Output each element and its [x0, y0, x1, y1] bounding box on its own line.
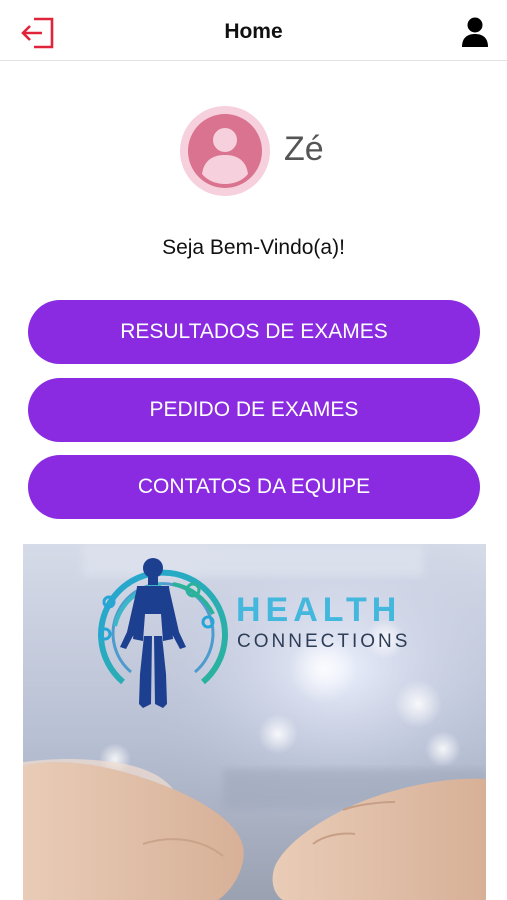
avatar: [180, 106, 270, 196]
logo-connections: CONNECTIONS: [237, 631, 410, 652]
page-title: Home: [224, 20, 283, 43]
banner-image: HEALTH CONNECTIONS: [23, 544, 486, 900]
logo-health: HEALTH: [236, 591, 401, 629]
user-name: Zé: [284, 130, 324, 168]
profile-button[interactable]: [460, 16, 490, 48]
exam-results-button[interactable]: RESULTADOS DE EXAMES: [28, 300, 480, 364]
exam-request-button[interactable]: PEDIDO DE EXAMES: [28, 378, 480, 442]
top-navigation-bar: Home: [0, 0, 507, 61]
health-connections-banner: HEALTH CONNECTIONS: [23, 544, 486, 900]
avatar-icon: [188, 114, 262, 188]
team-contacts-button[interactable]: CONTATOS DA EQUIPE: [28, 455, 480, 519]
user-icon: [462, 17, 488, 47]
welcome-message: Seja Bem-Vindo(a)!: [162, 236, 345, 259]
